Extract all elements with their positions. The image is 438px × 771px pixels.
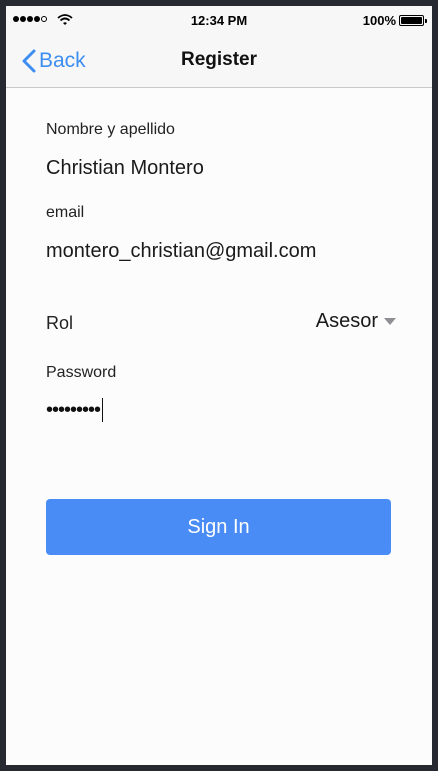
password-value: ••••••••• [46, 398, 101, 421]
text-cursor [102, 398, 104, 422]
rol-row: Rol Asesor [46, 310, 396, 338]
rol-label: Rol [46, 313, 74, 333]
status-bar: 12:34 PM 100% [6, 6, 432, 34]
email-field[interactable]: montero_christian@gmail.com [46, 240, 316, 263]
phone-screen: 12:34 PM 100% Back Register Nombre y ape… [6, 6, 432, 765]
password-label: Password [46, 364, 117, 381]
password-field[interactable]: ••••••••• [46, 396, 104, 424]
navigation-bar: Back Register [6, 34, 432, 88]
page-title: Register [180, 49, 258, 70]
sign-in-button[interactable]: Sign In [46, 499, 391, 555]
email-label: email [46, 204, 85, 221]
rol-selected-value: Asesor [315, 310, 378, 332]
name-label: Nombre y apellido [46, 121, 175, 138]
rol-select[interactable]: Asesor [316, 310, 396, 333]
battery-icon [399, 15, 427, 26]
dropdown-caret-icon [384, 318, 396, 325]
name-field[interactable]: Christian Montero [46, 157, 204, 180]
battery-percentage: 100% [362, 13, 396, 28]
